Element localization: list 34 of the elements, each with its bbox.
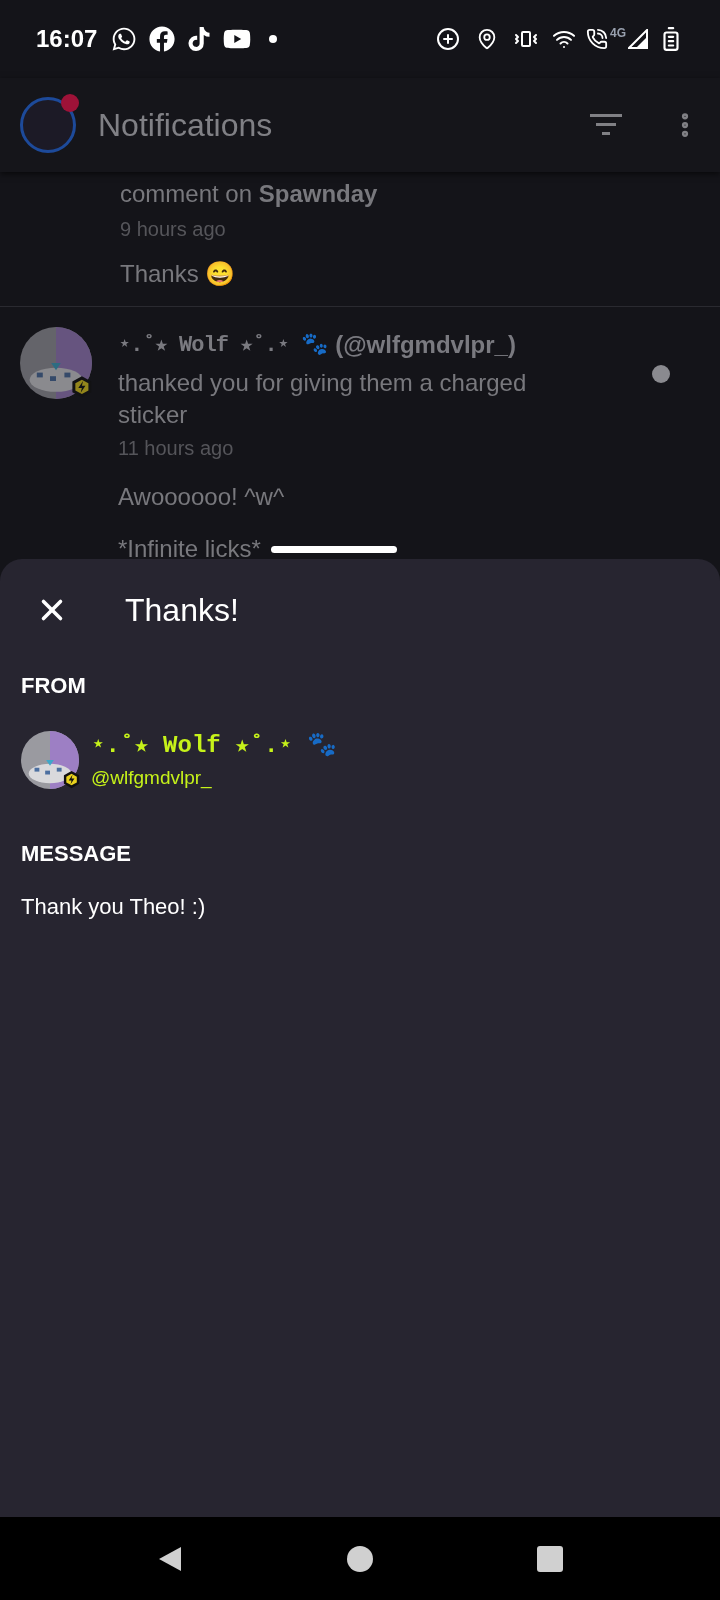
recents-icon[interactable] [537, 1545, 563, 1572]
message-text: *Infinite licks* [118, 534, 261, 564]
notification-text: comment on Spawnday [120, 179, 379, 209]
section-label: MESSAGE [21, 839, 133, 868]
notification-text: thanked you for giving them a charged sticker [118, 368, 528, 430]
sender-name: ⋆.˚★ Wolf ★˚.⋆ 🐾 [91, 731, 338, 761]
drag-handle[interactable] [270, 545, 397, 553]
message-text: Thank you Theo! :) [21, 892, 207, 921]
sender-handle: @wlfgmdvlpr_ [91, 766, 213, 791]
user-handle: (@wlfgmdvlpr_) [335, 330, 516, 360]
badge-icon [61, 770, 81, 790]
network-type: 4G [610, 25, 626, 42]
data-saver-icon [436, 27, 460, 51]
notification-time: 9 hours ago [120, 217, 227, 242]
user-name: ⋆.˚★ Wolf ★˚.⋆ 🐾 [118, 331, 328, 360]
section-label: FROM [21, 672, 87, 700]
wifi-call-icon [586, 28, 608, 50]
badge-icon [70, 375, 94, 399]
message-text: Awoooooo! ^w^ [118, 482, 285, 512]
avatar-drawing [21, 731, 79, 790]
back-icon[interactable] [157, 1544, 183, 1573]
status-time: 16:07 [36, 24, 98, 54]
message-text: Thanks 😄 [120, 259, 237, 289]
location-icon [476, 28, 498, 50]
facebook-icon [149, 26, 176, 52]
filter-icon[interactable] [590, 114, 622, 136]
chat-app-icon [111, 26, 138, 52]
signal-icon [628, 29, 648, 49]
notification-time: 11 hours ago [118, 436, 235, 461]
home-icon[interactable] [347, 1545, 373, 1572]
sheet-title: Thanks! [125, 591, 239, 630]
music-note-icon [187, 27, 212, 51]
page-title: Notifications [98, 106, 273, 145]
avatar-drawing [20, 327, 92, 399]
